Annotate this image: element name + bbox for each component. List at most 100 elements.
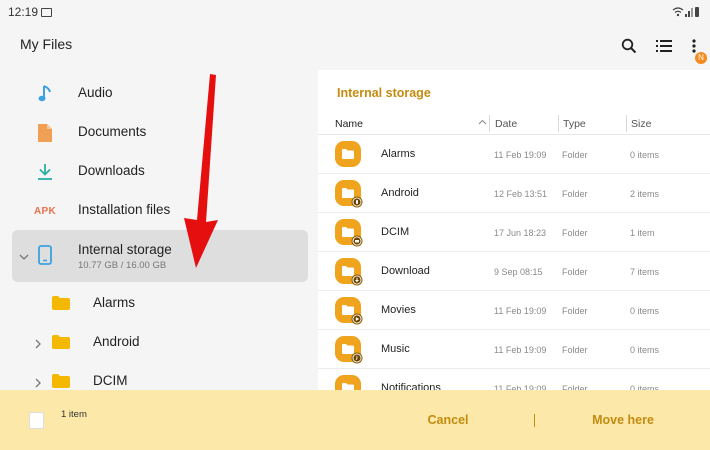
file-row-movies[interactable]: Movies 11 Feb 19:09 Folder 0 items xyxy=(318,291,710,330)
file-row-music[interactable]: Music 11 Feb 19:09 Folder 0 items xyxy=(318,330,710,369)
file-size: 0 items xyxy=(630,345,660,355)
folder-icon xyxy=(335,336,363,364)
file-date: 9 Sep 08:15 xyxy=(494,267,543,277)
music-note-icon xyxy=(34,83,56,105)
storage-usage: 10.77 GB / 16.00 GB xyxy=(78,260,167,271)
file-size: 0 items xyxy=(630,306,660,316)
tree-item-alarms[interactable]: Alarms xyxy=(0,284,318,322)
file-row-download[interactable]: Download 9 Sep 08:15 Folder 7 items xyxy=(318,252,710,291)
file-date: 12 Feb 13:51 xyxy=(494,189,548,199)
file-list-pane: Internal storage Name Date Type Size Ala… xyxy=(318,70,710,390)
status-indicators xyxy=(672,5,700,19)
button-divider xyxy=(534,414,535,427)
file-date: 11 Feb 19:09 xyxy=(494,306,547,316)
column-divider xyxy=(489,115,490,132)
tree-item-dcim[interactable]: DCIM xyxy=(0,362,318,390)
file-name: DCIM xyxy=(381,226,410,238)
folder-icon xyxy=(52,374,70,390)
tree-item-android[interactable]: Android xyxy=(0,323,318,361)
file-date: 11 Feb 19:09 xyxy=(494,150,547,160)
file-name: Alarms xyxy=(381,148,416,160)
file-size: 2 items xyxy=(630,189,660,199)
file-row-dcim[interactable]: DCIM 17 Jun 18:23 Folder 1 item xyxy=(318,213,710,252)
file-name: Android xyxy=(381,187,419,199)
signal-icon xyxy=(685,8,693,17)
search-icon xyxy=(621,38,637,54)
column-header-name[interactable]: Name xyxy=(335,118,363,130)
sidebar-item-label: Downloads xyxy=(78,163,145,178)
sidebar-item-label: Installation files xyxy=(78,202,171,217)
chevron-right-icon[interactable] xyxy=(34,375,42,390)
wifi-icon xyxy=(672,7,684,17)
folder-icon xyxy=(52,296,70,315)
status-time: 12:19 xyxy=(8,5,39,19)
file-name: Movies xyxy=(381,304,416,316)
sidebar-item-internal-storage[interactable]: Internal storage 10.77 GB / 16.00 GB xyxy=(12,230,308,282)
download-icon xyxy=(34,161,56,183)
file-size: 7 items xyxy=(630,267,660,277)
folder-icon xyxy=(335,297,363,325)
sidebar-item-installation-files[interactable]: APK Installation files xyxy=(0,190,318,229)
sidebar-item-label: Audio xyxy=(78,85,113,100)
folder-icon xyxy=(335,141,363,169)
file-name: Notifications xyxy=(381,382,441,390)
folder-icon xyxy=(52,335,70,354)
sort-ascending-icon[interactable] xyxy=(478,116,487,128)
chevron-right-icon[interactable] xyxy=(34,336,42,354)
battery-icon xyxy=(695,7,699,17)
folder-icon xyxy=(335,258,363,286)
column-header-size[interactable]: Size xyxy=(631,118,651,130)
image-icon xyxy=(41,8,52,17)
tree-item-label: Android xyxy=(93,334,140,349)
list-view-icon xyxy=(656,40,672,52)
tree-item-label: DCIM xyxy=(93,373,128,388)
notification-badge: N xyxy=(695,52,707,64)
column-divider xyxy=(558,115,559,132)
file-type: Folder xyxy=(562,306,588,316)
page-title: My Files xyxy=(20,36,73,52)
breadcrumb[interactable]: Internal storage xyxy=(337,86,431,100)
file-row-android[interactable]: Android 12 Feb 13:51 Folder 2 items xyxy=(318,174,710,213)
file-type: Folder xyxy=(562,345,588,355)
selection-count: 1 item xyxy=(61,409,87,420)
file-size: 0 items xyxy=(630,150,660,160)
app-header: My Files N xyxy=(0,24,710,70)
phone-icon xyxy=(38,245,52,270)
sidebar-item-documents[interactable]: Documents xyxy=(0,112,318,151)
cancel-button[interactable]: Cancel xyxy=(408,408,488,432)
file-date: 11 Feb 19:09 xyxy=(494,345,547,355)
apk-icon: APK xyxy=(34,200,56,222)
column-header-date[interactable]: Date xyxy=(495,118,517,130)
tree-item-label: Alarms xyxy=(93,295,136,310)
file-row-alarms[interactable]: Alarms 11 Feb 19:09 Folder 0 items xyxy=(318,135,710,174)
file-row-notifications[interactable]: Notifications 11 Feb 19:09 Folder 0 items xyxy=(318,369,710,390)
file-name: Music xyxy=(381,343,410,355)
document-icon xyxy=(34,122,56,144)
file-type: Folder xyxy=(562,267,588,277)
move-here-button[interactable]: Move here xyxy=(585,408,661,432)
file-type: Folder xyxy=(562,189,588,199)
sidebar: Audio Documents Downloads APK Installati… xyxy=(0,70,318,390)
sidebar-item-label: Documents xyxy=(78,124,147,139)
chevron-down-icon[interactable] xyxy=(19,248,29,266)
file-type: Folder xyxy=(562,150,588,160)
file-date: 17 Jun 18:23 xyxy=(494,228,547,238)
selected-file-thumbnail xyxy=(29,412,44,429)
sidebar-item-audio[interactable]: Audio xyxy=(0,73,318,112)
folder-icon xyxy=(335,180,363,208)
column-header-type[interactable]: Type xyxy=(563,118,586,130)
folder-icon xyxy=(335,375,363,390)
search-button[interactable] xyxy=(615,32,643,60)
folder-icon xyxy=(335,219,363,247)
sidebar-item-downloads[interactable]: Downloads xyxy=(0,151,318,190)
status-bar: 12:19 xyxy=(0,0,710,24)
list-view-button[interactable] xyxy=(650,32,678,60)
bottom-action-bar: 1 item Cancel Move here xyxy=(0,390,710,450)
apk-label: APK xyxy=(34,205,57,217)
more-options-icon xyxy=(692,39,696,53)
column-divider xyxy=(626,115,627,132)
file-type: Folder xyxy=(562,228,588,238)
file-name: Download xyxy=(381,265,430,277)
file-size: 1 item xyxy=(630,228,655,238)
storage-label: Internal storage xyxy=(78,242,172,257)
